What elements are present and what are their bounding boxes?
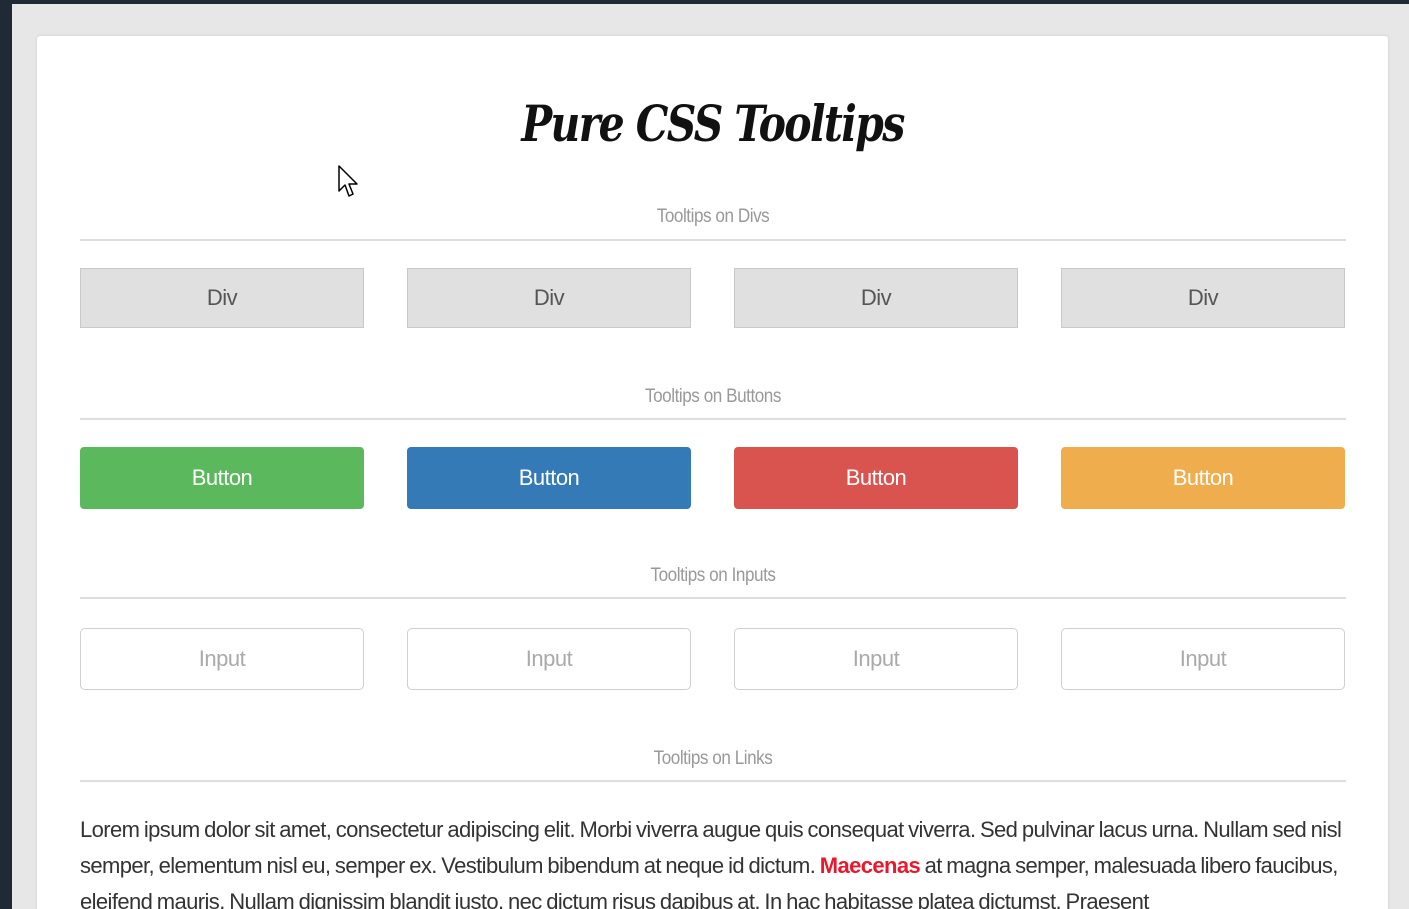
tooltip-input-4[interactable] bbox=[1061, 628, 1345, 690]
blue-button[interactable]: Button bbox=[407, 447, 691, 509]
orange-button[interactable]: Button bbox=[1061, 447, 1345, 509]
page-viewport: Pure CSS Tooltips Tooltips on Divs Div D… bbox=[12, 4, 1409, 909]
section-heading-divs: Tooltips on Divs bbox=[656, 206, 770, 227]
tooltip-div-1[interactable]: Div bbox=[80, 268, 364, 328]
section-divider bbox=[80, 239, 1346, 241]
section-divider bbox=[80, 780, 1346, 782]
tooltip-div-3[interactable]: Div bbox=[734, 268, 1018, 328]
tooltip-input-3[interactable] bbox=[734, 628, 1018, 690]
section-heading-links: Tooltips on Links bbox=[653, 748, 773, 769]
section-heading-buttons: Tooltips on Buttons bbox=[645, 386, 781, 407]
green-button[interactable]: Button bbox=[80, 447, 364, 509]
tooltip-input-2[interactable] bbox=[407, 628, 691, 690]
section-divider bbox=[80, 597, 1346, 599]
page-title: Pure CSS Tooltips bbox=[521, 94, 905, 153]
tooltip-link-maecenas[interactable]: Maecenas bbox=[820, 853, 921, 878]
tooltip-div-2[interactable]: Div bbox=[407, 268, 691, 328]
tooltip-div-4[interactable]: Div bbox=[1061, 268, 1345, 328]
red-button[interactable]: Button bbox=[734, 447, 1018, 509]
section-divider bbox=[80, 418, 1346, 420]
section-heading-inputs: Tooltips on Inputs bbox=[650, 565, 776, 586]
lorem-paragraph: Lorem ipsum dolor sit amet, consectetur … bbox=[80, 812, 1346, 909]
tooltip-input-1[interactable] bbox=[80, 628, 364, 690]
mouse-pointer-icon bbox=[338, 165, 358, 197]
content-card: Pure CSS Tooltips Tooltips on Divs Div D… bbox=[37, 36, 1388, 909]
